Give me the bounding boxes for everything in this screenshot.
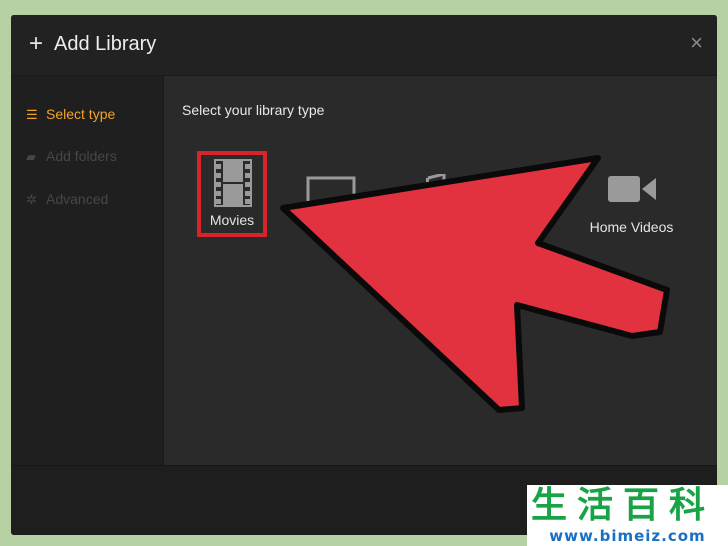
watermark-url: www.bimeiz.com bbox=[549, 527, 706, 545]
watermark-chars: 生活百科 bbox=[531, 485, 716, 526]
red-pointer-arrow bbox=[280, 155, 670, 413]
watermark: 生活百科 www.bimeiz.com bbox=[527, 485, 728, 546]
